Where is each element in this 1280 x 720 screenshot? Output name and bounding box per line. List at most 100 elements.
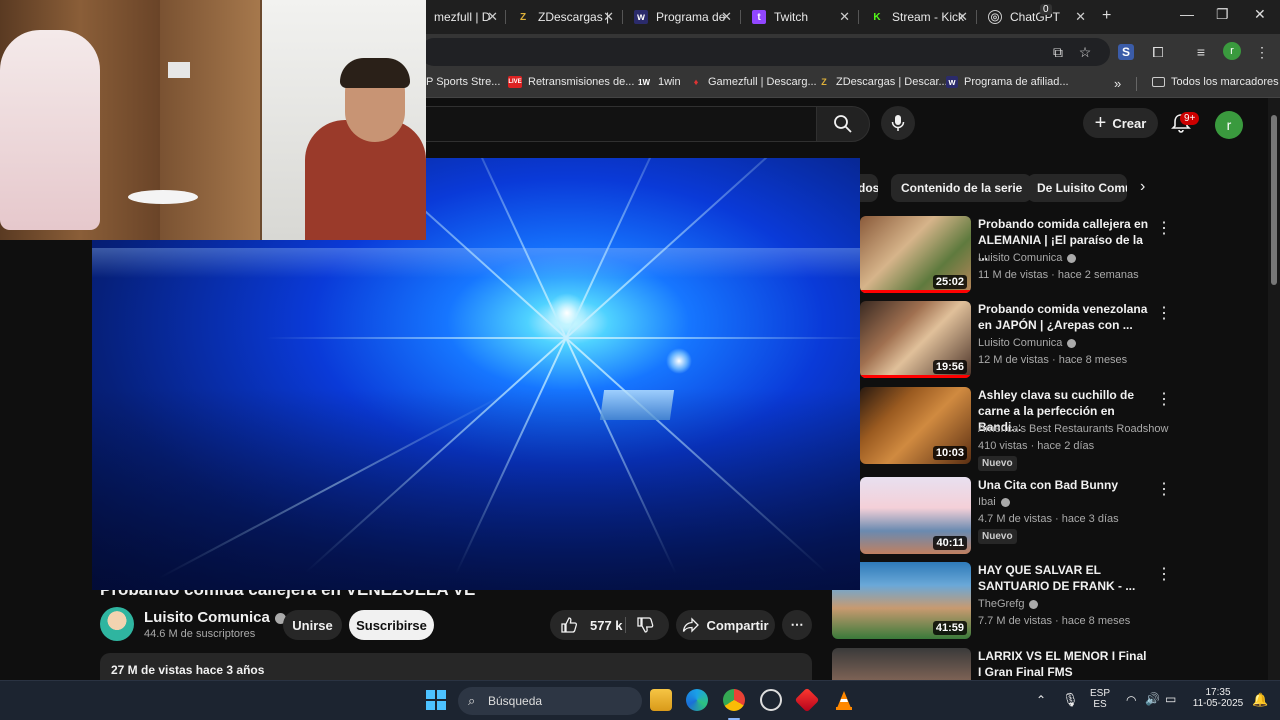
close-tab-icon[interactable]: ✕ bbox=[721, 9, 732, 25]
menu-kebab-icon[interactable]: ⋮ bbox=[1254, 44, 1270, 60]
video-thumbnail[interactable] bbox=[832, 648, 971, 680]
red-diamond-app-icon[interactable] bbox=[794, 687, 820, 713]
close-tab-icon[interactable]: ✕ bbox=[487, 9, 498, 25]
tab-label: ChatGPT bbox=[1010, 10, 1061, 24]
join-button[interactable]: Unirse bbox=[283, 610, 342, 640]
video-thumbnail[interactable]: 19:56 bbox=[860, 301, 971, 378]
suggestion-item[interactable]: 40:11 Una Cita con Bad Bunny Ibai 4.7 M … bbox=[860, 477, 1172, 557]
minimize-icon[interactable]: — bbox=[1180, 6, 1194, 22]
profile-avatar[interactable]: r bbox=[1223, 42, 1241, 60]
suggestion-title[interactable]: Una Cita con Bad Bunny bbox=[978, 477, 1150, 493]
search-button[interactable] bbox=[816, 106, 870, 142]
suggestion-title[interactable]: LARRIX VS EL MENOR I Final I Gran Final … bbox=[978, 648, 1150, 680]
suggestion-item[interactable]: 25:02 Probando comida callejera en ALEMA… bbox=[860, 216, 1172, 296]
bookmark-zdescargas[interactable]: Z ZDescargas | Descar... bbox=[818, 76, 947, 88]
suggestion-title[interactable]: HAY QUE SALVAR EL SANTUARIO DE FRANK - .… bbox=[978, 562, 1150, 594]
tab-twitch[interactable]: t Twitch ✕ bbox=[744, 4, 856, 30]
suggestion-channel[interactable]: Luisito Comunica bbox=[978, 252, 1077, 264]
scrollbar-thumb[interactable] bbox=[1271, 115, 1277, 285]
channel-label: TheGrefg bbox=[978, 598, 1025, 610]
video-thumbnail[interactable]: 25:02 bbox=[860, 216, 971, 293]
video-thumbnail[interactable]: 40:11 bbox=[860, 477, 971, 554]
chrome-icon[interactable] bbox=[723, 689, 745, 711]
close-window-icon[interactable]: ✕ bbox=[1254, 6, 1266, 23]
chevron-right-icon[interactable]: › bbox=[1140, 178, 1145, 196]
voice-search-button[interactable] bbox=[881, 106, 915, 140]
media-control-icon[interactable]: ≡ bbox=[1193, 44, 1209, 60]
tab-zdescargas[interactable]: Z ZDescargas | ✕ bbox=[508, 4, 620, 30]
bookmark-programa[interactable]: w Programa de afiliad... bbox=[946, 76, 1069, 88]
tab-gamezfull[interactable]: mezfull | D ✕ bbox=[426, 4, 504, 30]
more-actions-icon[interactable]: ⋮ bbox=[1156, 218, 1172, 238]
suggestion-channel[interactable]: America's Best Restaurants Roadshow bbox=[978, 423, 1168, 435]
search-input[interactable] bbox=[420, 106, 816, 142]
more-actions-icon[interactable]: ⋮ bbox=[1156, 564, 1172, 584]
like-button[interactable]: 577 k bbox=[560, 616, 623, 634]
account-avatar[interactable]: r bbox=[1215, 111, 1243, 139]
more-actions-icon[interactable]: ⋮ bbox=[1156, 303, 1172, 323]
channel-avatar[interactable] bbox=[100, 607, 134, 641]
close-tab-icon[interactable]: ✕ bbox=[1075, 9, 1086, 25]
channel-name[interactable]: Luisito Comunica bbox=[144, 609, 286, 626]
suggestion-item[interactable]: 19:56 Probando comida venezolana en JAPÓ… bbox=[860, 301, 1172, 381]
file-explorer-icon[interactable] bbox=[650, 689, 672, 711]
bookmark-sports[interactable]: P Sports Stre... bbox=[426, 76, 500, 88]
more-actions-icon[interactable]: ⋮ bbox=[1156, 479, 1172, 499]
share-button[interactable]: Compartir bbox=[676, 610, 775, 640]
extension-s-icon[interactable]: S bbox=[1118, 44, 1134, 60]
more-bookmarks-button[interactable]: » bbox=[1114, 76, 1121, 91]
bookmark-gamezfull[interactable]: ♦ Gamezfull | Descarg... bbox=[690, 76, 817, 88]
address-bar[interactable] bbox=[420, 38, 1110, 66]
vlc-icon[interactable] bbox=[833, 689, 855, 711]
volume-icon[interactable]: 🔊 bbox=[1145, 692, 1160, 706]
more-actions-button[interactable]: ⋯ bbox=[782, 610, 812, 640]
language-indicator[interactable]: ESP ES bbox=[1088, 688, 1112, 710]
zdescargas-icon: Z bbox=[519, 11, 527, 23]
watch-progress-bar bbox=[860, 375, 971, 378]
tab-badge: 0 bbox=[1040, 4, 1052, 15]
chevron-up-icon[interactable]: ⌃ bbox=[1036, 693, 1046, 707]
extensions-puzzle-icon[interactable]: ⧠ bbox=[1150, 44, 1166, 60]
video-thumbnail[interactable]: 10:03 bbox=[860, 387, 971, 464]
install-app-icon[interactable]: ⧉ bbox=[1050, 44, 1066, 60]
wifi-icon[interactable]: ◠ bbox=[1126, 693, 1136, 707]
close-tab-icon[interactable]: ✕ bbox=[957, 9, 968, 25]
chatgpt-app-icon[interactable] bbox=[760, 689, 782, 711]
bookmark-label: Todos los marcadores bbox=[1171, 76, 1279, 88]
bookmark-1win[interactable]: 1W 1win bbox=[636, 76, 681, 88]
bookmark-star-icon[interactable]: ☆ bbox=[1077, 44, 1093, 60]
new-tab-icon[interactable]: + bbox=[1102, 7, 1111, 25]
program-icon: w bbox=[946, 76, 958, 88]
more-actions-icon[interactable]: ⋮ bbox=[1156, 650, 1160, 670]
suggestion-item[interactable]: LARRIX VS EL MENOR I Final I Gran Final … bbox=[832, 648, 1160, 680]
taskbar-search-input[interactable]: ⌕ Búsqueda bbox=[458, 687, 642, 715]
clock[interactable]: 17:35 11-05-2025 bbox=[1190, 687, 1246, 709]
suggestion-channel[interactable]: TheGrefg bbox=[978, 598, 1039, 610]
suggestion-channel[interactable]: Luisito Comunica bbox=[978, 337, 1077, 349]
battery-icon[interactable]: ▭ bbox=[1165, 692, 1176, 706]
close-tab-icon[interactable]: ✕ bbox=[603, 9, 614, 25]
suggestion-item[interactable]: 41:59 HAY QUE SALVAR EL SANTUARIO DE FRA… bbox=[832, 562, 1172, 642]
dislike-button[interactable] bbox=[636, 616, 654, 637]
windows-start-icon[interactable] bbox=[426, 690, 448, 712]
microphone-icon[interactable]: 🎙 bbox=[1062, 692, 1079, 708]
create-button[interactable]: + Crear bbox=[1083, 108, 1158, 138]
notification-center-icon[interactable]: 🔔 bbox=[1252, 692, 1268, 708]
suggestion-item[interactable]: 10:03 Ashley clava su cuchillo de carne … bbox=[860, 387, 1172, 471]
more-actions-icon[interactable]: ⋮ bbox=[1156, 389, 1172, 409]
subscribe-button[interactable]: Suscribirse bbox=[349, 610, 434, 640]
suggestion-title[interactable]: Probando comida venezolana en JAPÓN | ¿A… bbox=[978, 301, 1150, 333]
chip-de-luisito[interactable]: De Luisito Comu bbox=[1027, 174, 1127, 202]
microphone-icon bbox=[891, 115, 905, 131]
bookmark-retransmisiones[interactable]: LIVE Retransmisiones de... bbox=[508, 76, 634, 88]
all-bookmarks-folder[interactable]: Todos los marcadores bbox=[1152, 76, 1279, 88]
suggestion-channel[interactable]: Ibai bbox=[978, 496, 1010, 508]
tab-kick[interactable]: K Stream - Kick ✕ bbox=[862, 4, 974, 30]
edge-icon[interactable] bbox=[686, 689, 708, 711]
close-tab-icon[interactable]: ✕ bbox=[839, 9, 850, 25]
tab-chatgpt[interactable]: ◎ ChatGPT ✕ bbox=[980, 4, 1092, 30]
tab-separator bbox=[858, 10, 859, 24]
restore-icon[interactable]: ❐ bbox=[1216, 6, 1229, 23]
chip-serie[interactable]: Contenido de la serie bbox=[891, 174, 1033, 202]
tab-programa[interactable]: w Programa de ✕ bbox=[626, 4, 738, 30]
